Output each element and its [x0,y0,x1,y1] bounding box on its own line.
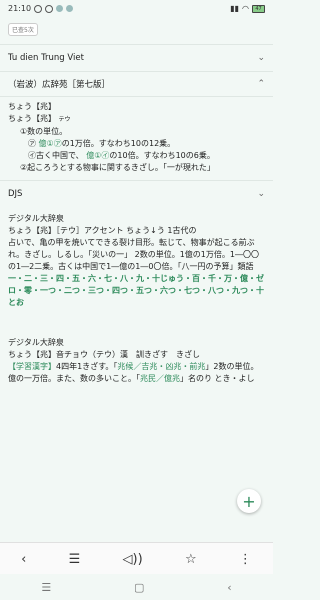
status-time: 21:10 [8,4,32,13]
entry-body: 占いで、亀の甲を焼いてできる裂け目形。転じて、物事が起こる前ぶれ。きざし。しるし… [8,238,259,271]
status-bar: 21:10 ▮▮ ◠ 47 [0,0,273,17]
system-navbar: ☰ ▢ ‹ [0,574,273,600]
sense-1b: ㋑古く中国で、 億①㋑の10倍。すなわち10の6乗。 [28,151,215,160]
app-notification-icon [56,5,64,12]
section-title: Tu dien Trung Viet [8,53,84,63]
entry-body: 【学習漢字】4四年1きざす。「兆候／吉兆・凶兆・前兆」2数の単位。億の一万倍。ま… [8,362,259,383]
link-choumin[interactable]: 兆民／億兆 [140,374,180,383]
sense-2: ②起ころうとする物事に関するきざし。「一が現れた」 [20,163,215,172]
section-title: （岩波）広辞苑［第七版］ [8,80,111,90]
chevron-down-icon: ⌄ [257,53,265,63]
digital-entry-1: デジタル大辞泉 ちょう【兆】［テウ］アクセント ちょう↓う 1古代の 占いで、亀… [0,207,273,313]
bottom-toolbar: ‹ ☰ ◁)) ☆ ⋮ [0,542,273,575]
link-chouko[interactable]: 兆候／吉兆・凶兆・前兆 [117,362,205,371]
lookup-count-badge: 已查5次 [8,23,38,36]
list-icon[interactable]: ☰ [69,552,81,567]
add-button[interactable]: + [237,489,261,513]
nav-back-icon[interactable]: ‹ [227,581,231,594]
digital-entry-2: デジタル大辞泉 ちょう【兆】音チョウ（テウ）漢 訓きざす きざし 【学習漢字】4… [0,333,273,389]
section-djs[interactable]: DJS ⌄ [0,180,273,207]
back-icon[interactable]: ‹ [21,552,26,567]
broken-image-icon: 1古代の [167,226,197,235]
more-icon[interactable]: ⋮ [239,552,252,567]
section-tu-dien-trung-viet[interactable]: Tu dien Trung Viet ⌄ [0,44,273,71]
audio-icon[interactable]: ◁)) [123,552,143,567]
status-left: 21:10 [8,4,74,13]
app-notification-icon-2 [66,5,74,12]
clock-icon [45,4,54,13]
wifi-icon: ◠ [242,4,249,13]
sense-1: ①数の単位。 [20,127,68,136]
sense-1a: ㋐ 億①㋐の1万倍。すなわち10の12乗。 [28,139,176,148]
headword: ちょう【兆】 [8,102,56,111]
headword-reading: ちょう【兆】 テウ [8,114,71,123]
chevron-down-icon: ⌄ [257,189,265,199]
battery-icon: 47 [252,4,265,13]
entry-head: ちょう【兆】音チョウ（テウ）漢 訓きざす きざし [8,350,200,359]
synonym-links[interactable]: 一・二・三・四・五・六・七・八・九・十じゅう・百・千・万・億・ゼロ・零・一つ・二… [8,273,265,309]
alarm-icon [34,4,43,13]
source-label: デジタル大辞泉 [8,214,64,223]
entry-head: ちょう【兆】［テウ］アクセント ちょう↓う 1古代の [8,226,197,235]
menu-icon[interactable]: ☰ [41,581,51,594]
section-title: DJS [8,189,23,199]
home-icon[interactable]: ▢ [134,581,144,594]
chevron-up-icon: ⌃ [257,79,265,89]
section-koujien[interactable]: （岩波）広辞苑［第七版］ ⌃ [0,71,273,97]
koujien-entry: ちょう【兆】 ちょう【兆】 テウ ①数の単位。 ㋐ 億①㋐の1万倍。すなわち10… [0,97,273,178]
grade-link[interactable]: 【学習漢字】 [8,362,56,371]
link-oku-2[interactable]: 億①㋑ [86,151,109,160]
link-oku[interactable]: 億①㋐ [39,139,62,148]
signal-icon: ▮▮ [230,4,240,13]
status-right: ▮▮ ◠ 47 [230,4,265,13]
source-label: デジタル大辞泉 [8,338,64,347]
star-icon[interactable]: ☆ [185,552,197,567]
